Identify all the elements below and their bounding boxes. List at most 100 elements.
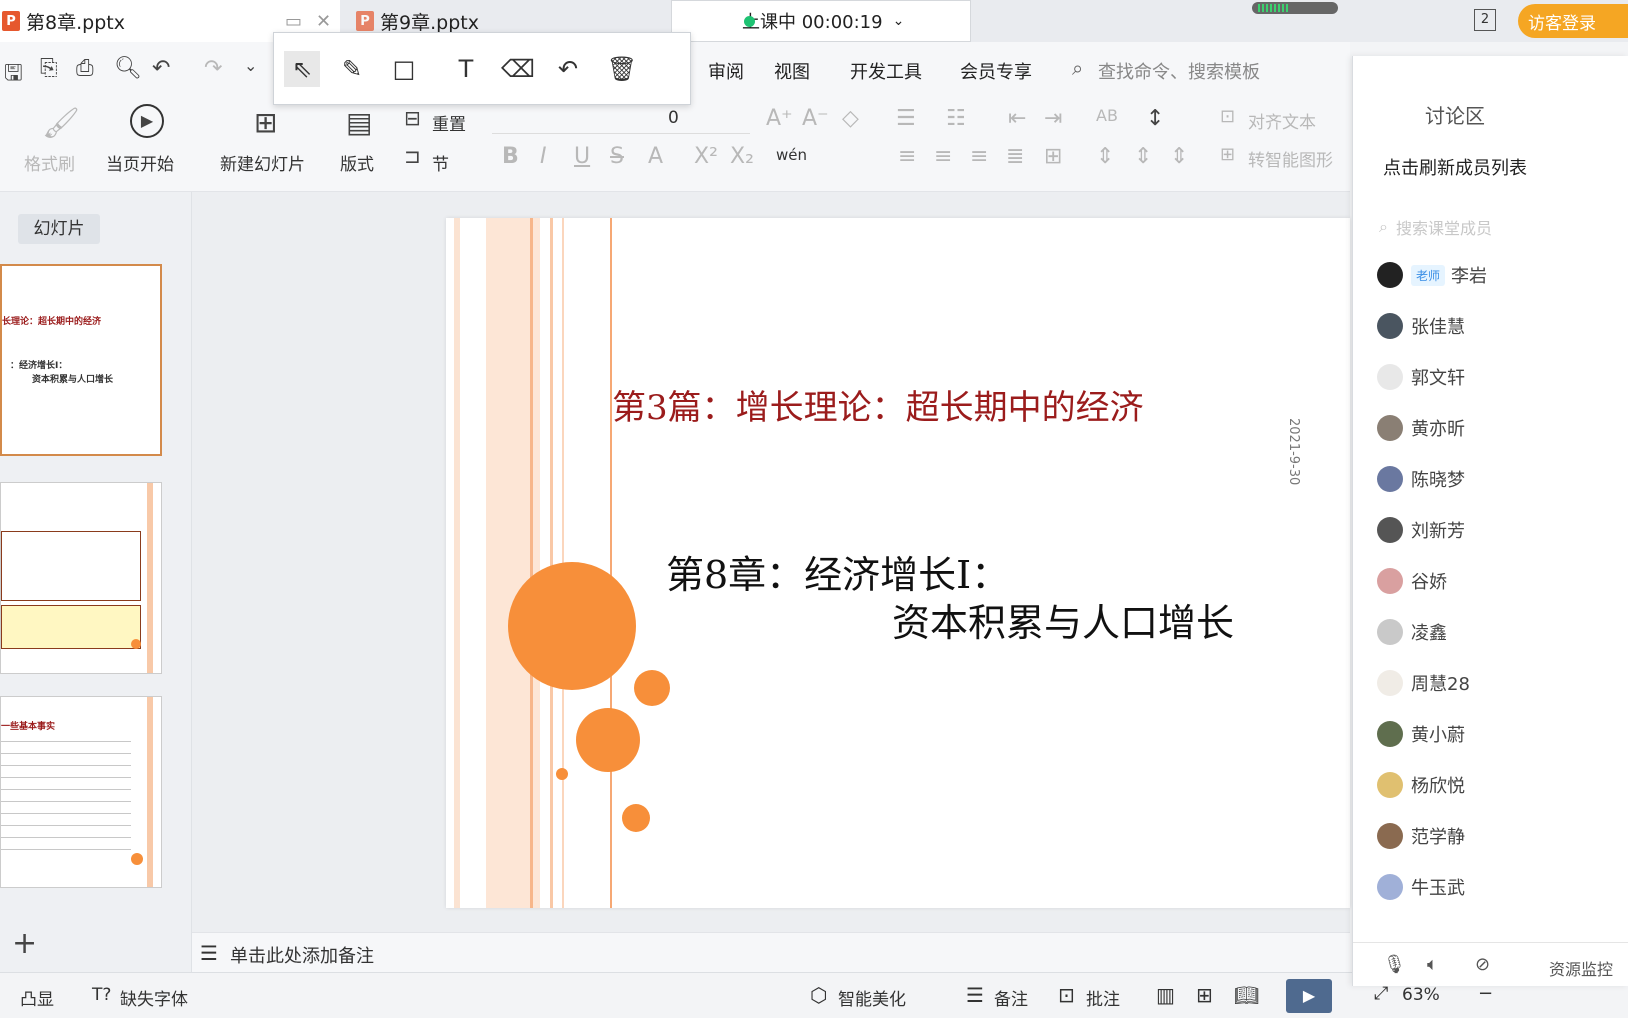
play-icon[interactable]: ▶ xyxy=(130,104,164,138)
member-teacher[interactable]: 老师 李岩 xyxy=(1377,258,1487,292)
member-item[interactable]: 黄小蔚 xyxy=(1377,717,1465,751)
add-slide-icon[interactable]: + xyxy=(12,926,37,961)
format-painter-icon[interactable]: 🖌︎ xyxy=(42,106,80,141)
guest-login-button[interactable]: 访客登录 xyxy=(1518,4,1628,38)
member-item[interactable]: 范学静 xyxy=(1377,819,1465,853)
slides-tab[interactable]: 幻灯片 xyxy=(18,214,100,244)
font-color-icon[interactable]: A xyxy=(648,144,663,169)
underline-icon[interactable]: U xyxy=(574,144,590,169)
member-item[interactable]: 凌鑫 xyxy=(1377,615,1447,649)
member-item[interactable]: 谷娇 xyxy=(1377,564,1447,598)
menu-dev-tools[interactable]: 开发工具 xyxy=(850,58,922,84)
strikethrough-icon[interactable]: S xyxy=(610,144,624,169)
member-item[interactable]: 周慧28 xyxy=(1377,666,1470,700)
smart-art-button[interactable]: 转智能图形 xyxy=(1248,146,1333,171)
subscript-icon[interactable]: X₂ xyxy=(730,144,754,169)
font-name-select[interactable] xyxy=(492,104,750,134)
italic-icon[interactable]: I xyxy=(540,144,547,169)
notes-toggle-button[interactable]: 备注 xyxy=(994,985,1028,1010)
zoom-out-icon[interactable]: − xyxy=(1478,983,1493,1004)
comment-button[interactable]: 批注 xyxy=(1086,985,1120,1010)
select-arrow-icon[interactable]: ⇖ xyxy=(284,51,320,87)
align-center-icon[interactable]: ≡ xyxy=(934,144,952,169)
pinyin-button[interactable]: wén xyxy=(776,146,807,164)
new-slide-icon[interactable]: ⊞ xyxy=(254,106,277,139)
spacing-icon[interactable]: ⇕ xyxy=(1134,144,1152,169)
layout-icon[interactable]: ▤ xyxy=(346,106,372,139)
beautify-button[interactable]: 智能美化 xyxy=(838,985,906,1010)
slide-thumbnail-2[interactable] xyxy=(0,482,162,674)
microphone-icon[interactable]: 🎙︎ xyxy=(1383,954,1406,975)
increase-font-icon[interactable]: A⁺ xyxy=(766,106,793,131)
new-slide-button[interactable]: 新建幻灯片 xyxy=(220,150,305,175)
mute-icon[interactable]: ⊘ xyxy=(1475,954,1490,975)
clear-format-icon[interactable]: ◇ xyxy=(842,106,859,131)
trash-icon[interactable]: 🗑︎ xyxy=(604,51,640,87)
reset-button[interactable]: 重置 xyxy=(432,110,466,135)
format-painter-button[interactable]: 格式刷 xyxy=(24,150,75,175)
highlight-button[interactable]: 凸显 xyxy=(20,985,54,1010)
preview-icon[interactable]: 🔍︎ xyxy=(114,56,142,81)
resource-monitor-link[interactable]: 资源监控 xyxy=(1549,956,1613,980)
layout-button[interactable]: 版式 xyxy=(340,150,374,175)
export-icon[interactable]: ⎘ xyxy=(40,56,58,81)
refresh-members-link[interactable]: 点击刷新成员列表 xyxy=(1383,154,1527,180)
member-item[interactable]: 郭文轩 xyxy=(1377,360,1465,394)
play-from-current-button[interactable]: 当页开始 xyxy=(106,150,174,175)
section-button[interactable]: 节 xyxy=(432,150,449,175)
align-left-icon[interactable]: ≡ xyxy=(898,144,916,169)
line-spacing-icon[interactable]: ↕ xyxy=(1146,106,1164,131)
pen-icon[interactable]: ✎ xyxy=(334,51,370,87)
undo-icon[interactable]: ↶ xyxy=(152,56,170,81)
bold-icon[interactable]: B xyxy=(502,144,519,169)
slide[interactable]: 第3篇：增长理论：超长期中的经济 第8章：经济增长Ⅰ： 资本积累与人口增长 20… xyxy=(446,218,1350,908)
align-right-icon[interactable]: ≡ xyxy=(970,144,988,169)
slide-thumbnail-3[interactable]: 一些基本事实 xyxy=(0,696,162,888)
close-icon[interactable]: ✕ xyxy=(316,11,331,32)
sorter-view-icon[interactable]: ⊞ xyxy=(1196,983,1213,1007)
discussion-title[interactable]: 讨论区 xyxy=(1425,100,1485,129)
speaker-icon[interactable]: 🔈︎ xyxy=(1427,954,1438,975)
rectangle-icon[interactable]: □ xyxy=(386,51,422,87)
bullets-icon[interactable]: ☰ xyxy=(896,106,916,131)
indent-icon[interactable]: ⇥ xyxy=(1044,106,1062,131)
spacing-more-icon[interactable]: ⇕ xyxy=(1170,144,1188,169)
class-status-pill[interactable]: 上课中 00:00:19 ⌄ xyxy=(671,0,971,42)
missing-font-button[interactable]: 缺失字体 xyxy=(120,985,188,1010)
zoom-level[interactable]: 63% xyxy=(1402,985,1440,1005)
member-item[interactable]: 陈晓梦 xyxy=(1377,462,1465,496)
outdent-icon[interactable]: ⇤ xyxy=(1008,106,1026,131)
eraser-icon[interactable]: ⌫ xyxy=(500,51,536,87)
command-search[interactable]: 查找命令、搜索模板 xyxy=(1098,58,1260,84)
text-direction-icon[interactable]: AB xyxy=(1096,106,1118,125)
font-size-value[interactable]: 0 xyxy=(668,108,679,128)
redo-icon[interactable]: ↷ xyxy=(204,56,222,81)
save-icon[interactable]: 🖫 xyxy=(4,56,23,94)
undo-icon[interactable]: ↶ xyxy=(550,51,586,87)
reading-view-icon[interactable]: 📖︎ xyxy=(1234,983,1259,1007)
justify-icon[interactable]: ≣ xyxy=(1006,144,1024,169)
menu-member[interactable]: 会员专享 xyxy=(960,58,1032,84)
superscript-icon[interactable]: X² xyxy=(694,144,718,169)
member-item[interactable]: 牛玉武 xyxy=(1377,870,1465,904)
menu-review[interactable]: 审阅 xyxy=(708,58,744,84)
screen-icon[interactable]: ▭ xyxy=(285,11,302,32)
distribute-icon[interactable]: ⊞ xyxy=(1044,144,1062,169)
print-icon[interactable]: ⎙ xyxy=(76,56,94,81)
normal-view-icon[interactable]: ▥ xyxy=(1156,983,1175,1007)
window-count-icon[interactable]: 2 xyxy=(1474,9,1496,31)
align-text-button[interactable]: 对齐文本 xyxy=(1248,108,1316,133)
notes-placeholder[interactable]: 单击此处添加备注 xyxy=(230,942,374,968)
chevron-down-icon[interactable]: ⌄ xyxy=(244,56,257,75)
slide-thumbnail-1[interactable]: 长理论：超长期中的经济 ：经济增长Ⅰ： 资本积累与人口增长 xyxy=(0,264,162,456)
play-slideshow-button[interactable]: ▶ xyxy=(1286,979,1332,1013)
fit-icon[interactable]: ⤢ xyxy=(1374,983,1388,1004)
text-icon[interactable]: T xyxy=(448,51,484,87)
member-search-input[interactable]: ⌕ 搜索课堂成员 xyxy=(1379,212,1599,242)
paragraph-spacing-icon[interactable]: ⇕ xyxy=(1096,144,1114,169)
notes-bar[interactable]: ☰ 单击此处添加备注 xyxy=(192,932,1350,972)
member-item[interactable]: 黄亦昕 xyxy=(1377,411,1465,445)
member-item[interactable]: 刘新芳 xyxy=(1377,513,1465,547)
member-item[interactable]: 张佳慧 xyxy=(1377,309,1465,343)
decrease-font-icon[interactable]: A⁻ xyxy=(802,106,829,131)
